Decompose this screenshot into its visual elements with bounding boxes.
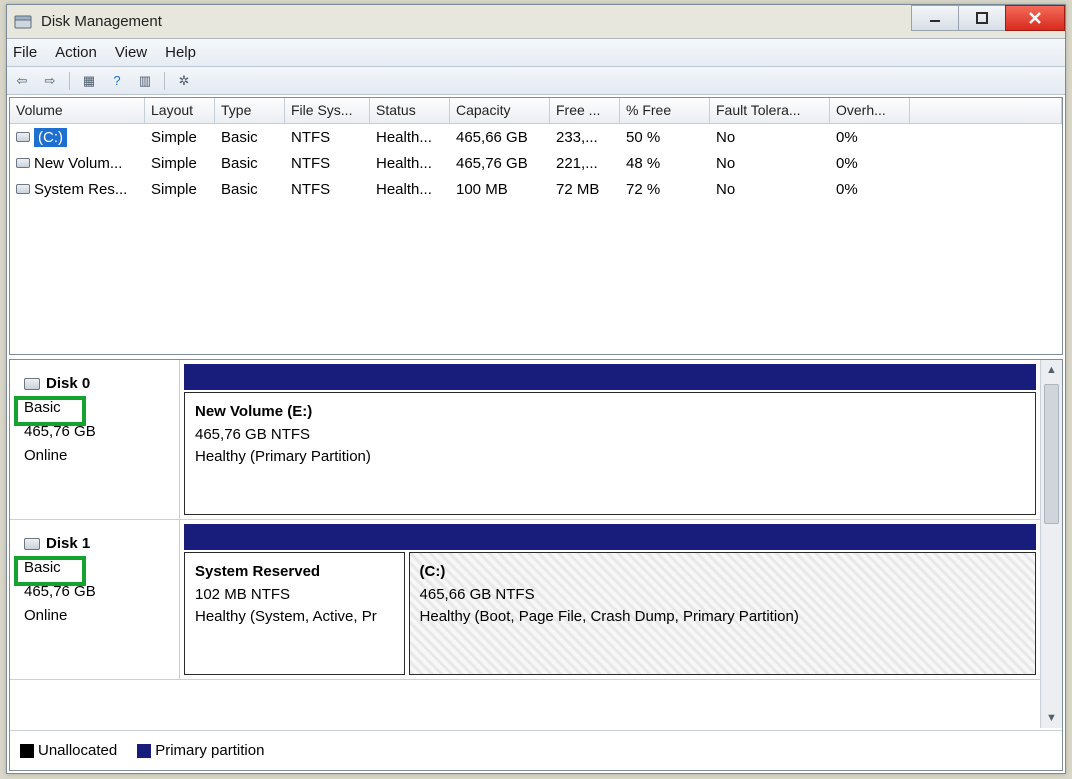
app-icon [13, 12, 33, 32]
toolbar: ⇦ ⇨ ▦ ? ▥ ✲ [7, 67, 1065, 95]
col-pfree[interactable]: % Free [620, 98, 710, 123]
volume-name: New Volum... [34, 155, 122, 172]
volume-icon [16, 158, 30, 168]
legend-primary: Primary partition [137, 742, 264, 759]
volume-row[interactable]: New Volum...SimpleBasicNTFSHealth...465,… [10, 150, 1062, 176]
separator [69, 72, 70, 90]
disk-type: Basic [24, 556, 169, 580]
disk-info[interactable]: Disk 1 Basic465,76 GBOnline [10, 520, 180, 679]
disk-name: Disk 1 [46, 535, 90, 552]
col-fs[interactable]: File Sys... [285, 98, 370, 123]
col-volume[interactable]: Volume [10, 98, 145, 123]
maximize-button[interactable] [958, 5, 1006, 31]
disk-size: 465,76 GB [24, 580, 169, 604]
scroll-thumb[interactable] [1044, 384, 1059, 524]
vertical-scrollbar[interactable]: ▲ ▼ [1040, 360, 1062, 728]
partition-status: Healthy (System, Active, Pr [195, 606, 394, 629]
disk-graphical-view: Disk 0Basic465,76 GBOnlineNew Volume (E:… [9, 359, 1063, 771]
disk-info[interactable]: Disk 0 Basic465,76 GBOnline [10, 360, 180, 519]
col-overhead[interactable]: Overh... [830, 98, 910, 123]
volume-rows: (C:)SimpleBasicNTFSHealth...465,66 GB233… [10, 124, 1062, 354]
disk-partitions: New Volume (E:)465,76 GB NTFSHealthy (Pr… [180, 360, 1040, 519]
col-spacer [910, 98, 1062, 123]
disk-name: Disk 0 [46, 375, 90, 392]
scroll-up-icon[interactable]: ▲ [1041, 360, 1062, 380]
disk-state: Online [24, 444, 169, 468]
disk-partitions: System Reserved102 MB NTFSHealthy (Syste… [180, 520, 1040, 679]
back-icon[interactable]: ⇦ [13, 72, 31, 90]
volume-icon [16, 184, 30, 194]
volume-row[interactable]: (C:)SimpleBasicNTFSHealth...465,66 GB233… [10, 124, 1062, 150]
col-free[interactable]: Free ... [550, 98, 620, 123]
partition-size: 465,76 GB NTFS [195, 424, 1025, 447]
volume-row[interactable]: System Res...SimpleBasicNTFSHealth...100… [10, 176, 1062, 202]
swatch-black-icon [20, 744, 34, 758]
swatch-navy-icon [137, 744, 151, 758]
partition-header-bar [184, 364, 1036, 390]
scroll-down-icon[interactable]: ▼ [1041, 708, 1062, 728]
forward-icon[interactable]: ⇨ [41, 72, 59, 90]
disk-type: Basic [24, 396, 169, 420]
disk-size: 465,76 GB [24, 420, 169, 444]
titlebar[interactable]: Disk Management [7, 5, 1065, 39]
col-layout[interactable]: Layout [145, 98, 215, 123]
col-capacity[interactable]: Capacity [450, 98, 550, 123]
column-headers: Volume Layout Type File Sys... Status Ca… [10, 98, 1062, 124]
legend-unallocated: Unallocated [20, 742, 117, 759]
disk-row: Disk 1 Basic465,76 GBOnline System Reserve… [10, 520, 1040, 680]
legend: Unallocated Primary partition [10, 730, 1062, 770]
col-fault[interactable]: Fault Tolera... [710, 98, 830, 123]
partition-status: Healthy (Primary Partition) [195, 446, 1025, 469]
minimize-button[interactable] [911, 5, 959, 31]
window-controls [912, 5, 1065, 35]
menu-action[interactable]: Action [55, 44, 97, 61]
col-status[interactable]: Status [370, 98, 450, 123]
disk-icon [24, 378, 40, 390]
disk-management-window: Disk Management File Action View Help ⇦ … [6, 4, 1066, 774]
col-type[interactable]: Type [215, 98, 285, 123]
separator [164, 72, 165, 90]
disk-rows: Disk 0Basic465,76 GBOnlineNew Volume (E:… [10, 360, 1040, 728]
volume-name: (C:) [34, 128, 67, 147]
partition-title: System Reserved [195, 561, 394, 584]
partition[interactable]: New Volume (E:)465,76 GB NTFSHealthy (Pr… [184, 392, 1036, 515]
close-button[interactable] [1005, 5, 1065, 31]
window-title: Disk Management [41, 13, 162, 30]
help-icon[interactable]: ? [108, 72, 126, 90]
menu-view[interactable]: View [115, 44, 147, 61]
partition-title: New Volume (E:) [195, 401, 1025, 424]
refresh-icon[interactable]: ✲ [175, 72, 193, 90]
partition[interactable]: System Reserved102 MB NTFSHealthy (Syste… [184, 552, 405, 675]
menu-help[interactable]: Help [165, 44, 196, 61]
volume-icon [16, 132, 30, 142]
disk-state: Online [24, 604, 169, 628]
partition-size: 465,66 GB NTFS [420, 584, 1025, 607]
partition-status: Healthy (Boot, Page File, Crash Dump, Pr… [420, 606, 1025, 629]
disk-row: Disk 0 Basic465,76 GBOnline New Volume (E:… [10, 360, 1040, 520]
partition-size: 102 MB NTFS [195, 584, 394, 607]
menubar: File Action View Help [7, 39, 1065, 67]
partition-title: (C:) [420, 561, 1025, 584]
volume-name: System Res... [34, 181, 127, 198]
grid-icon[interactable]: ▦ [80, 72, 98, 90]
partition-header-bar [184, 524, 1036, 550]
volume-list: Volume Layout Type File Sys... Status Ca… [9, 97, 1063, 355]
partition[interactable]: (C:)465,66 GB NTFSHealthy (Boot, Page Fi… [409, 552, 1036, 675]
disk-icon [24, 538, 40, 550]
menu-file[interactable]: File [13, 44, 37, 61]
list-icon[interactable]: ▥ [136, 72, 154, 90]
